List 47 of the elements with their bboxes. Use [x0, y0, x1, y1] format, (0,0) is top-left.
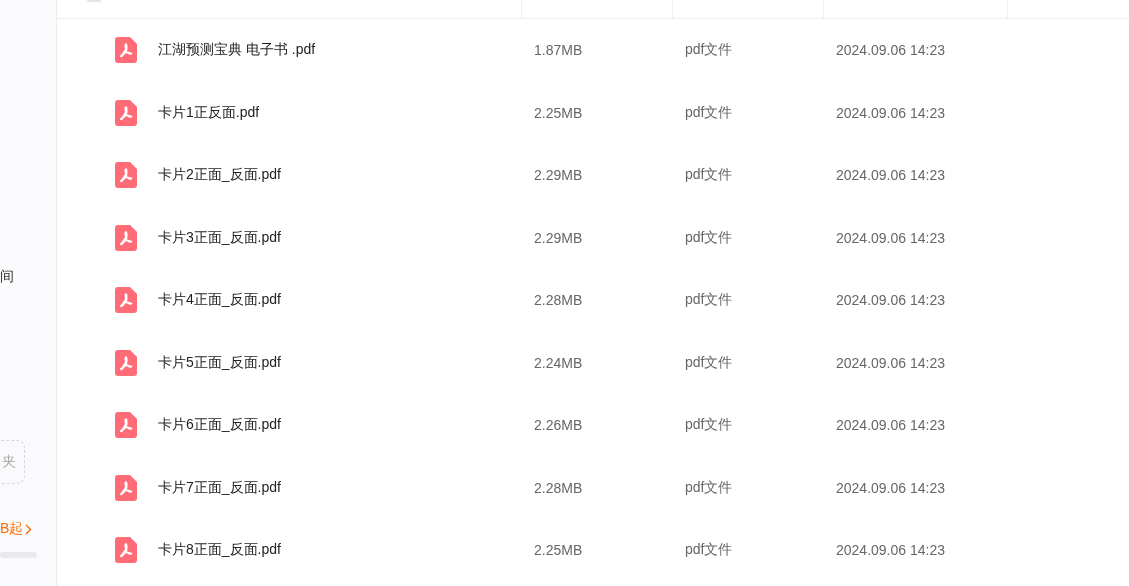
file-type: pdf文件	[684, 353, 733, 372]
file-type: pdf文件	[684, 103, 733, 122]
file-name[interactable]: 江湖预测宝典 电子书 .pdf	[158, 41, 316, 60]
pdf-file-icon	[115, 349, 137, 376]
file-type: pdf文件	[684, 228, 733, 247]
pdf-file-icon	[115, 537, 137, 564]
file-size: 2.24MB	[533, 354, 583, 371]
file-size: 1.87MB	[533, 42, 583, 59]
file-name[interactable]: 卡片6正面_反面.pdf	[158, 416, 281, 435]
modified-time: 2024.09.06 14:23	[835, 542, 945, 559]
file-type: pdf文件	[684, 416, 733, 435]
file-size: 2.25MB	[533, 104, 583, 121]
file-size: 2.29MB	[533, 167, 583, 184]
file-type: pdf文件	[684, 291, 733, 310]
file-type: pdf文件	[684, 166, 733, 185]
pdf-file-icon	[115, 412, 137, 439]
modified-time: 2024.09.06 14:23	[835, 167, 945, 184]
file-name[interactable]: 卡片2正面_反面.pdf	[158, 166, 281, 185]
pdf-file-icon	[115, 162, 137, 189]
file-type: pdf文件	[684, 41, 733, 60]
sidebar-label: 间	[0, 268, 14, 284]
file-name[interactable]: 卡片5正面_反面.pdf	[158, 353, 281, 372]
modified-time: 2024.09.06 14:23	[835, 229, 945, 246]
pdf-file-icon	[115, 99, 137, 126]
modified-time: 2024.09.06 14:23	[835, 354, 945, 371]
modified-time: 2024.09.06 14:23	[835, 42, 945, 59]
file-size: 2.29MB	[533, 229, 583, 246]
file-name[interactable]: 卡片8正面_反面.pdf	[158, 541, 281, 560]
modified-time: 2024.09.06 14:23	[835, 479, 945, 496]
modified-time: 2024.09.06 14:23	[835, 104, 945, 121]
file-size: 2.28MB	[533, 292, 583, 309]
pdf-file-icon	[115, 37, 137, 64]
file-size: 2.28MB	[533, 479, 583, 496]
modified-time: 2024.09.06 14:23	[835, 417, 945, 434]
file-name[interactable]: 卡片3正面_反面.pdf	[158, 228, 281, 247]
modified-time: 2024.09.06 14:23	[835, 292, 945, 309]
file-size: 2.25MB	[533, 542, 583, 559]
file-type: pdf文件	[684, 541, 733, 560]
file-name[interactable]: 卡片4正面_反面.pdf	[158, 291, 281, 310]
pdf-file-icon	[115, 224, 137, 251]
file-name[interactable]: 卡片1正反面.pdf	[158, 103, 260, 122]
file-type: pdf文件	[684, 478, 733, 497]
pdf-file-icon	[115, 287, 137, 314]
file-name[interactable]: 卡片7正面_反面.pdf	[158, 478, 281, 497]
pdf-file-icon	[115, 474, 137, 501]
chevron-right-icon	[25, 523, 33, 535]
file-size: 2.26MB	[533, 417, 583, 434]
